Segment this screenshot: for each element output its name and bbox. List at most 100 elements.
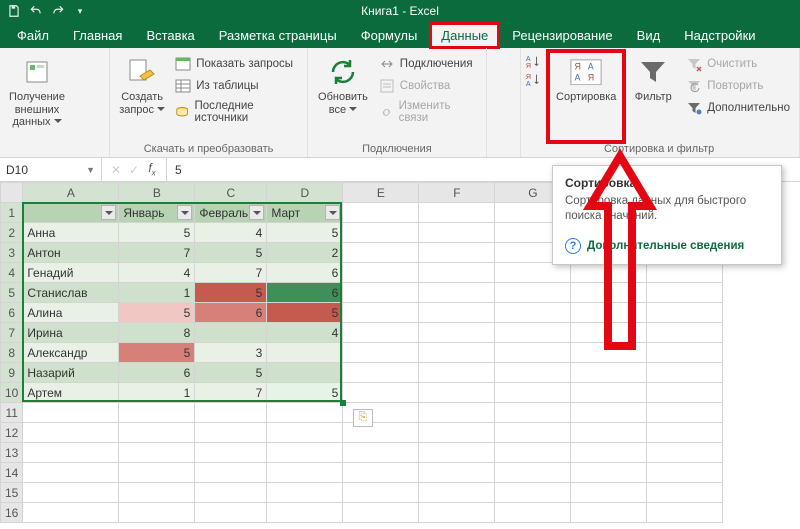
cell[interactable] (571, 503, 647, 523)
cell[interactable] (571, 323, 647, 343)
cell[interactable] (571, 283, 647, 303)
cell[interactable] (419, 263, 495, 283)
cell[interactable] (343, 263, 419, 283)
select-all-button[interactable] (1, 183, 23, 203)
get-external-data-button[interactable]: Получение внешних данных (6, 52, 68, 141)
cell[interactable]: Ирина (23, 323, 119, 343)
col-header-D[interactable]: D (267, 183, 343, 203)
cell[interactable] (23, 423, 119, 443)
cell[interactable] (343, 243, 419, 263)
cell[interactable] (267, 423, 343, 443)
from-table-button[interactable]: Из таблицы (172, 76, 301, 96)
cell[interactable] (23, 443, 119, 463)
row-header[interactable]: 5 (1, 283, 23, 303)
cell[interactable]: 5 (195, 243, 267, 263)
cell[interactable] (495, 503, 571, 523)
cell[interactable] (267, 363, 343, 383)
row-header[interactable]: 8 (1, 343, 23, 363)
cell[interactable] (119, 403, 195, 423)
tab-file[interactable]: Файл (6, 23, 60, 48)
new-query-button[interactable]: Создать запрос (116, 52, 168, 141)
cell[interactable] (23, 463, 119, 483)
tab-data[interactable]: Данные (430, 23, 499, 48)
tab-home[interactable]: Главная (62, 23, 133, 48)
cell[interactable] (195, 403, 267, 423)
cell[interactable] (343, 383, 419, 403)
name-box[interactable]: D10▼ (0, 158, 102, 181)
fx-icon[interactable]: fx (144, 161, 160, 177)
redo-icon[interactable] (48, 2, 68, 20)
filter-dropdown-icon[interactable] (249, 205, 264, 220)
qat-customize-icon[interactable]: ▾ (70, 2, 90, 20)
cell[interactable] (195, 423, 267, 443)
cell[interactable] (647, 443, 723, 463)
cell[interactable] (419, 463, 495, 483)
row-header[interactable]: 6 (1, 303, 23, 323)
cell[interactable]: 4 (119, 263, 195, 283)
tab-insert[interactable]: Вставка (135, 23, 205, 48)
cell[interactable] (495, 383, 571, 403)
cell[interactable]: Март (267, 203, 343, 223)
tab-addins[interactable]: Надстройки (673, 23, 766, 48)
row-header[interactable]: 13 (1, 443, 23, 463)
filter-button[interactable]: Фильтр (627, 52, 679, 141)
sort-button[interactable]: ЯААЯ Сортировка (549, 52, 623, 141)
cell[interactable] (647, 383, 723, 403)
cell[interactable] (419, 223, 495, 243)
cell[interactable] (419, 423, 495, 443)
cell[interactable] (495, 463, 571, 483)
cell[interactable] (571, 343, 647, 363)
cell[interactable] (495, 303, 571, 323)
col-header-C[interactable]: C (195, 183, 267, 203)
cell[interactable] (23, 403, 119, 423)
cell[interactable] (343, 483, 419, 503)
cell[interactable] (195, 323, 267, 343)
cell[interactable] (23, 503, 119, 523)
row-header[interactable]: 1 (1, 203, 23, 223)
col-header-B[interactable]: B (119, 183, 195, 203)
cell[interactable] (647, 343, 723, 363)
save-icon[interactable] (4, 2, 24, 20)
cell[interactable] (647, 363, 723, 383)
cell[interactable]: 6 (267, 263, 343, 283)
row-header[interactable]: 2 (1, 223, 23, 243)
cell[interactable]: Февраль (195, 203, 267, 223)
cell[interactable]: 6 (267, 283, 343, 303)
cell[interactable] (495, 403, 571, 423)
cell[interactable] (571, 363, 647, 383)
cell[interactable] (419, 303, 495, 323)
cell[interactable] (571, 403, 647, 423)
sort-asc-button[interactable]: АЯ (525, 54, 541, 70)
refresh-all-button[interactable]: Обновить все (314, 52, 372, 141)
cell[interactable] (343, 303, 419, 323)
cell[interactable] (647, 303, 723, 323)
cell[interactable] (647, 423, 723, 443)
cell[interactable] (495, 483, 571, 503)
cell[interactable] (647, 283, 723, 303)
cell[interactable] (571, 263, 647, 283)
cell[interactable]: 5 (267, 383, 343, 403)
cell[interactable] (647, 503, 723, 523)
cell[interactable]: Анна (23, 223, 119, 243)
cell[interactable]: 6 (195, 303, 267, 323)
cell[interactable] (343, 503, 419, 523)
cell[interactable]: 8 (119, 323, 195, 343)
sort-desc-button[interactable]: ЯА (525, 72, 541, 88)
cell[interactable] (419, 503, 495, 523)
cell[interactable]: Назарий (23, 363, 119, 383)
row-header[interactable]: 12 (1, 423, 23, 443)
cell[interactable]: Станислав (23, 283, 119, 303)
cell[interactable] (267, 343, 343, 363)
cell[interactable]: Алина (23, 303, 119, 323)
filter-dropdown-icon[interactable] (177, 205, 192, 220)
row-header[interactable]: 14 (1, 463, 23, 483)
cell[interactable] (571, 463, 647, 483)
cell[interactable] (495, 343, 571, 363)
row-header[interactable]: 10 (1, 383, 23, 403)
cell[interactable] (495, 443, 571, 463)
tab-page-layout[interactable]: Разметка страницы (208, 23, 348, 48)
cell[interactable] (343, 223, 419, 243)
row-header[interactable]: 3 (1, 243, 23, 263)
advanced-filter-button[interactable]: Дополнительно (683, 98, 793, 118)
cell[interactable]: 6 (119, 363, 195, 383)
